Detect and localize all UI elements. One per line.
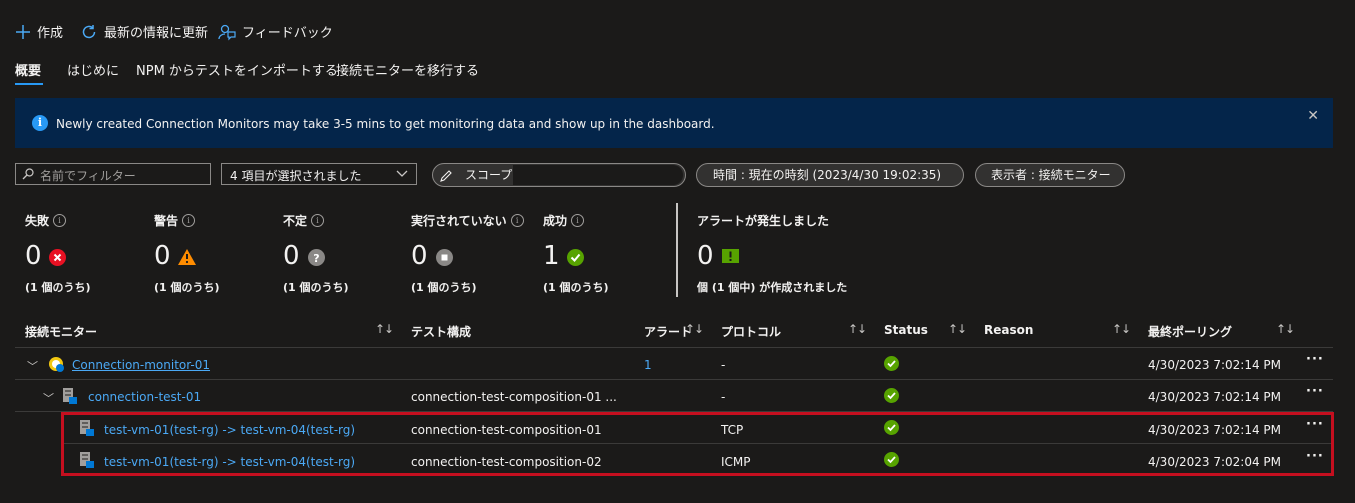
column-header-status[interactable]: Status: [884, 323, 928, 337]
info-icon[interactable]: i: [571, 214, 585, 227]
summary-value: 0: [25, 241, 42, 271]
column-header-last-polled[interactable]: 最終ポーリング: [1148, 323, 1232, 340]
row-divider: [15, 379, 1333, 380]
test-name-link[interactable]: connection-test-01: [88, 390, 201, 404]
tab-import-npm[interactable]: NPM からテストをインポートする: [136, 60, 338, 79]
summary-sub: (1 個のうち): [543, 281, 609, 294]
summary-sub: (1 個のうち): [411, 281, 477, 294]
tab-getting-started[interactable]: はじめに: [67, 60, 119, 79]
stopped-icon: [436, 249, 453, 266]
info-icon[interactable]: i: [182, 214, 196, 227]
summary-value: 0: [154, 241, 171, 271]
info-icon[interactable]: i: [311, 214, 325, 227]
unknown-icon: ?: [308, 249, 325, 266]
info-icon[interactable]: i: [510, 214, 524, 227]
connection-test-icon: [63, 388, 77, 404]
refresh-label: 最新の情報に更新: [104, 26, 209, 41]
time-label: 時間 : 現在の時刻 (2023/4/30 19:02:35): [713, 168, 942, 182]
alerts-value: 0: [697, 241, 714, 271]
protocol-cell: -: [721, 390, 726, 404]
info-icon[interactable]: i: [53, 214, 67, 227]
sort-icon[interactable]: ↑↓: [848, 322, 867, 336]
alerts-sub: 個 (1 個中) が作成されました: [697, 281, 848, 294]
alerts-label: アラートが発生しました: [697, 214, 830, 228]
highlight-box: [61, 412, 1334, 476]
feedback-label: フィードバック: [242, 26, 333, 41]
search-icon: [22, 168, 34, 180]
sort-icon[interactable]: ↑↓: [685, 322, 704, 336]
summary-sub: (1 個のうち): [283, 281, 349, 294]
summary-label: 成功: [543, 214, 568, 228]
connection-monitor-icon: [49, 357, 64, 372]
refresh-button[interactable]: 最新の情報に更新: [80, 22, 208, 41]
success-icon: [884, 388, 899, 403]
row-divider: [15, 347, 1333, 348]
summary-divider: [676, 203, 678, 297]
error-icon: [49, 249, 66, 266]
chevron-down-icon[interactable]: ﹀: [27, 358, 38, 374]
feedback-icon: [218, 24, 236, 40]
scope-value: [513, 165, 683, 185]
column-header-protocol[interactable]: プロトコル: [721, 323, 781, 340]
summary-value: 0: [411, 241, 428, 271]
sort-icon[interactable]: ↑↓: [375, 322, 394, 336]
create-label: 作成: [37, 26, 64, 41]
info-icon: i: [32, 115, 48, 131]
sort-icon[interactable]: ↑↓: [1112, 322, 1131, 336]
info-banner: i Newly created Connection Monitors may …: [15, 98, 1333, 148]
alerts-count-link[interactable]: 1: [644, 358, 652, 372]
more-options-icon[interactable]: ···: [1306, 352, 1324, 367]
banner-text: Newly created Connection Monitors may ta…: [56, 117, 715, 131]
sort-icon[interactable]: ↑↓: [948, 322, 967, 336]
summary-sub: (1 個のうち): [25, 281, 91, 294]
view-label: 表示者 : 接続モニター: [991, 168, 1111, 182]
search-placeholder: 名前でフィルター: [40, 169, 136, 183]
view-pill[interactable]: 表示者 : 接続モニター: [975, 163, 1125, 187]
summary-sub: (1 個のうち): [154, 281, 220, 294]
success-icon: [567, 249, 584, 266]
time-pill[interactable]: 時間 : 現在の時刻 (2023/4/30 19:02:35): [696, 163, 964, 187]
warning-icon: [178, 249, 196, 265]
column-header-monitor[interactable]: 接続モニター: [25, 323, 97, 340]
summary-label: 失敗: [25, 214, 50, 228]
close-icon[interactable]: ✕: [1307, 108, 1319, 124]
success-icon: [884, 356, 899, 371]
plus-icon: [16, 24, 30, 39]
config-cell: connection-test-composition-01 ...: [411, 390, 617, 404]
search-input[interactable]: 名前でフィルター: [15, 163, 211, 185]
monitor-name-link[interactable]: Connection-monitor-01: [72, 358, 210, 372]
dropdown-value: 4 項目が選択されました: [230, 169, 362, 183]
sort-icon[interactable]: ↑↓: [1276, 322, 1295, 336]
tab-overview[interactable]: 概要: [15, 60, 41, 79]
scope-label: スコープ :: [465, 168, 521, 182]
create-button[interactable]: 作成: [15, 22, 63, 41]
active-tab-indicator: [15, 83, 43, 85]
refresh-icon: [82, 24, 96, 38]
filter-dropdown[interactable]: 4 項目が選択されました: [221, 163, 417, 185]
chevron-down-icon: [396, 170, 408, 177]
summary-label: 実行されていない: [411, 214, 507, 228]
summary-label: 不定: [283, 214, 308, 228]
last-polled-cell: 4/30/2023 7:02:14 PM: [1148, 390, 1282, 404]
protocol-cell: -: [721, 358, 726, 372]
scope-pill[interactable]: スコープ :: [432, 163, 686, 187]
chevron-down-icon[interactable]: ﹀: [43, 390, 54, 406]
tab-migrate[interactable]: 接続モニターを移行する: [336, 60, 479, 79]
more-options-icon[interactable]: ···: [1306, 384, 1324, 399]
feedback-button[interactable]: フィードバック: [218, 22, 333, 41]
alert-icon: [722, 249, 739, 263]
svg-text:?: ?: [313, 252, 319, 265]
last-polled-cell: 4/30/2023 7:02:14 PM: [1148, 358, 1282, 372]
column-header-config[interactable]: テスト構成: [411, 323, 471, 340]
summary-label: 警告: [154, 214, 179, 228]
edit-icon: [440, 170, 452, 182]
summary-value: 0: [283, 241, 300, 271]
summary-value: 1: [543, 241, 560, 271]
column-header-reason[interactable]: Reason: [984, 323, 1033, 337]
